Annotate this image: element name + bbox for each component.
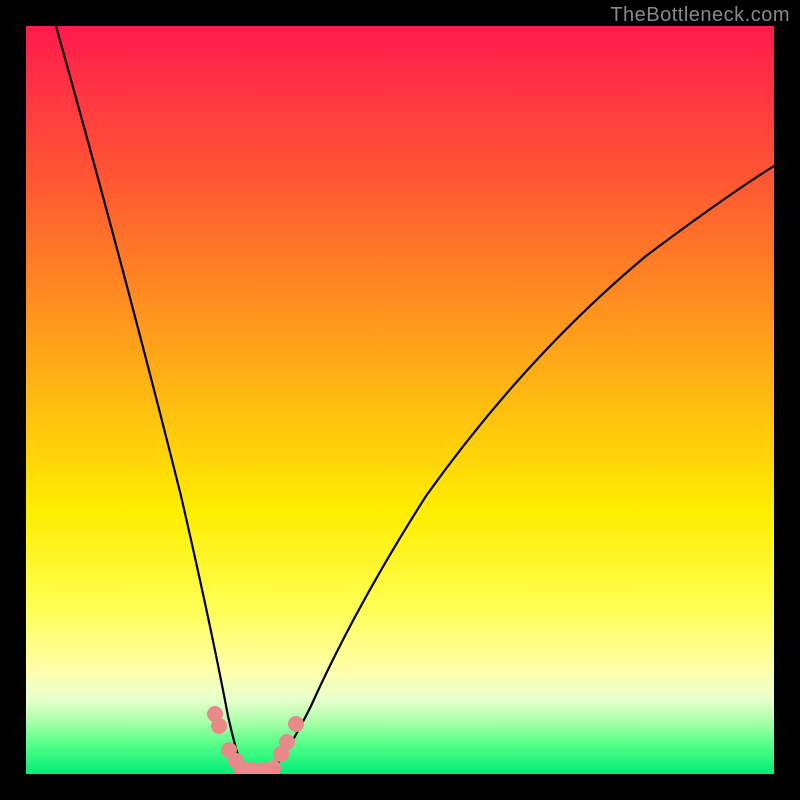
watermark-text: TheBottleneck.com [610,4,790,27]
curve-valley [242,768,271,771]
marker-dot [273,746,289,762]
marker-dot [207,706,223,722]
marker-dot [254,762,270,774]
bottleneck-curve [26,26,774,774]
plot-area [26,26,774,774]
marker-dot [211,718,227,734]
chart-frame: TheBottleneck.com [0,0,800,800]
curve-right-branch [271,166,774,771]
marker-dot [221,742,237,758]
marker-dot [265,760,281,774]
marker-dot [288,716,304,732]
marker-dot [279,734,295,750]
marker-dot [233,760,249,774]
marker-dot [228,753,244,769]
curve-left-branch [56,26,242,768]
marker-dot [243,762,259,774]
